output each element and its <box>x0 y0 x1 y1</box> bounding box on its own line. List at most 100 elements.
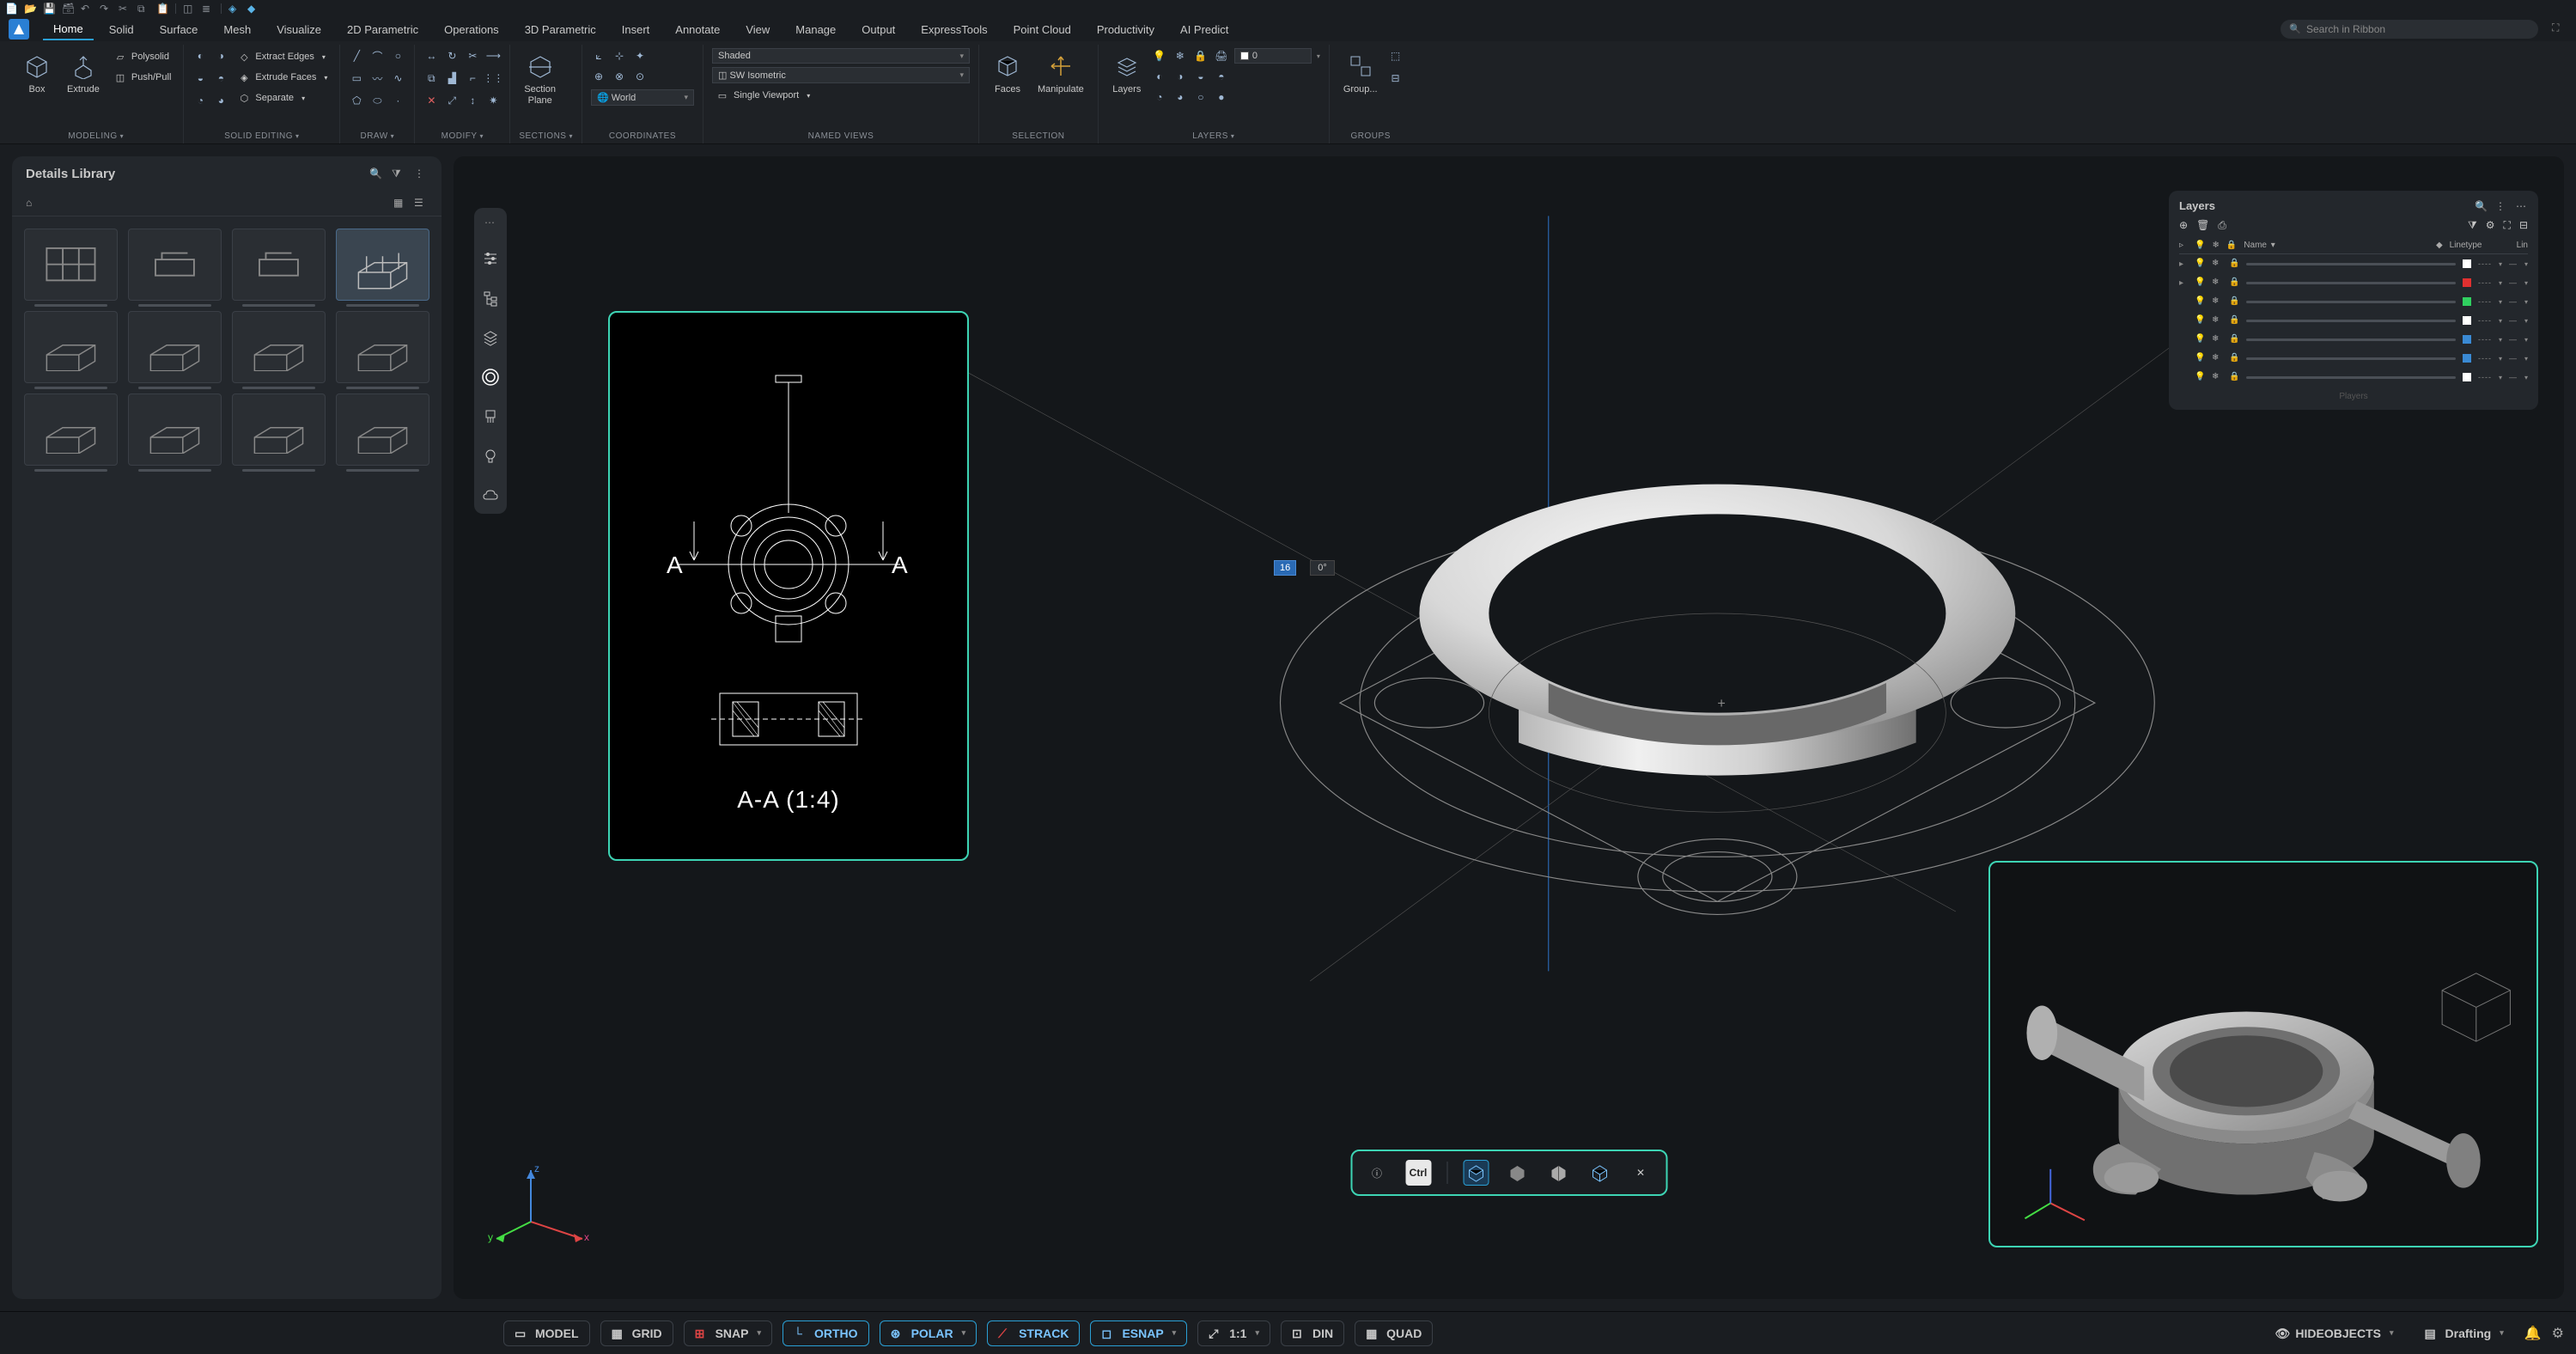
layers-search-icon[interactable]: 🔍 <box>2475 200 2487 212</box>
view-mode-3-icon[interactable] <box>1545 1160 1571 1186</box>
world-dropdown[interactable]: 🌐 World <box>591 89 694 106</box>
library-item[interactable] <box>232 229 326 301</box>
qat-paste-icon[interactable]: 📋 <box>156 3 168 15</box>
tab-mesh[interactable]: Mesh <box>213 20 261 40</box>
visual-style-dropdown[interactable]: Shaded <box>712 48 970 64</box>
layer-row[interactable]: 💡❄🔒 ----▾ —▾ <box>2179 292 2528 311</box>
qat-wire-icon[interactable]: ◈ <box>228 3 241 15</box>
se-icon-4[interactable]: ◓ <box>213 70 228 86</box>
layer-filter-icon[interactable]: ⧩ <box>2468 219 2477 232</box>
layer-row[interactable]: 💡❄🔒 ----▾ —▾ <box>2179 311 2528 330</box>
snap-button[interactable]: ⊞SNAP▾ <box>684 1320 772 1346</box>
viewport-dropdown[interactable]: ▭Single Viewport▾ <box>712 87 970 104</box>
polysolid-button[interactable]: ▱Polysolid <box>110 48 174 65</box>
linetype-col[interactable]: Linetype <box>2450 241 2510 250</box>
lin-col[interactable]: Lin <box>2517 241 2528 250</box>
rail-circle-icon[interactable] <box>481 368 500 387</box>
color-col-icon[interactable]: ◆ <box>2436 241 2443 250</box>
library-item[interactable] <box>232 393 326 466</box>
coord-icon-2[interactable]: ⊹ <box>612 48 627 64</box>
layer-settings-icon[interactable]: ⚙ <box>2486 219 2495 232</box>
app-logo[interactable] <box>9 19 29 40</box>
layer-tool-3-icon[interactable]: ◒ <box>1193 69 1209 84</box>
group-ungroup-icon[interactable]: ⊟ <box>1388 70 1404 86</box>
tab-pointcloud[interactable]: Point Cloud <box>1003 20 1081 40</box>
coord-icon-5[interactable]: ⊗ <box>612 69 627 84</box>
model-space-button[interactable]: ▭MODEL <box>503 1320 590 1346</box>
tab-manage[interactable]: Manage <box>785 20 846 40</box>
mod-extend-icon[interactable]: ⟶ <box>485 48 501 64</box>
draw-point-icon[interactable]: · <box>390 93 405 108</box>
layers-close-icon[interactable]: ⋯ <box>2516 200 2528 212</box>
layer-tool-1-icon[interactable]: ◐ <box>1152 69 1167 84</box>
din-button[interactable]: ⊡DIN <box>1281 1320 1344 1346</box>
rail-handle[interactable]: ⋯ <box>484 217 496 229</box>
esnap-button[interactable]: ◻ESNAP▾ <box>1090 1320 1187 1346</box>
library-item[interactable] <box>336 393 429 466</box>
list-view-icon[interactable]: ☰ <box>414 197 428 210</box>
extract-edges-button[interactable]: ◇Extract Edges▾ <box>234 48 331 65</box>
draw-rect-icon[interactable]: ▭ <box>349 70 364 86</box>
tab-solid[interactable]: Solid <box>99 20 144 40</box>
se-icon-1[interactable]: ◐ <box>192 48 208 64</box>
draw-arc-icon[interactable]: ⌒ <box>369 48 385 64</box>
coord-icon-3[interactable]: ✦ <box>632 48 648 64</box>
rail-layers-icon[interactable] <box>481 328 500 347</box>
layers-more-icon[interactable]: ⋮ <box>2495 200 2507 212</box>
qat-saveall-icon[interactable]: 🗃 <box>62 3 74 15</box>
section-plane-button[interactable]: Section Plane <box>519 48 561 110</box>
qat-copy-icon[interactable]: ⧉ <box>137 3 149 15</box>
coord-icon-1[interactable]: ⟀ <box>591 48 606 64</box>
tab-view[interactable]: View <box>735 20 780 40</box>
group-modeling-title[interactable]: MODELING▾ <box>17 129 174 143</box>
tab-3dparametric[interactable]: 3D Parametric <box>515 20 606 40</box>
pushpull-button[interactable]: ◫Push/Pull <box>110 69 174 86</box>
grid-button[interactable]: ▦GRID <box>600 1320 673 1346</box>
bulb-icon[interactable]: 💡 <box>1152 48 1167 64</box>
layer-tool-2-icon[interactable]: ◑ <box>1172 69 1188 84</box>
draw-ellipse-icon[interactable]: ⬭ <box>369 93 385 108</box>
more-icon[interactable]: ⋮ <box>414 168 428 181</box>
3d-preview-card[interactable] <box>1988 861 2538 1247</box>
layer-row[interactable]: ▸ 💡❄🔒 ----▾ —▾ <box>2179 273 2528 292</box>
mod-fillet-icon[interactable]: ⌐ <box>465 70 480 86</box>
manipulate-button[interactable]: Manipulate <box>1032 48 1089 99</box>
search-icon[interactable]: 🔍 <box>369 168 383 181</box>
current-layer-input[interactable]: 0 <box>1234 48 1312 64</box>
ribbon-expand-icon[interactable]: ⛶ <box>2552 21 2567 37</box>
view-mode-4-icon[interactable] <box>1586 1160 1612 1186</box>
tab-insert[interactable]: Insert <box>612 20 661 40</box>
qat-cube-icon[interactable]: ◫ <box>183 3 195 15</box>
qat-layers-icon[interactable]: ≣ <box>202 3 214 15</box>
tab-operations[interactable]: Operations <box>434 20 509 40</box>
view-mode-1-icon[interactable] <box>1463 1160 1489 1186</box>
dim-value[interactable]: 16 <box>1274 560 1296 576</box>
rail-sliders-icon[interactable] <box>481 249 500 268</box>
tab-output[interactable]: Output <box>851 20 905 40</box>
qat-undo-icon[interactable]: ↶ <box>81 3 93 15</box>
group-edit-icon[interactable]: ⬚ <box>1388 48 1404 64</box>
draw-polyline-icon[interactable]: 〰 <box>369 70 385 86</box>
layer-tool-4-icon[interactable]: ◓ <box>1214 69 1229 84</box>
tab-expresstools[interactable]: ExpressTools <box>910 20 997 40</box>
mod-mirror-icon[interactable]: ▟ <box>444 70 460 86</box>
view-mode-2-icon[interactable] <box>1504 1160 1530 1186</box>
name-col[interactable]: Name ▾ <box>2244 241 2429 250</box>
library-item[interactable] <box>128 393 222 466</box>
group-draw-title[interactable]: DRAW▾ <box>349 129 405 143</box>
mod-explode-icon[interactable]: ✷ <box>485 93 501 108</box>
library-item[interactable] <box>336 311 429 383</box>
rail-bulb-icon[interactable] <box>481 447 500 466</box>
settings-icon[interactable]: ⚙ <box>2552 1325 2564 1342</box>
draw-line-icon[interactable]: ╱ <box>349 48 364 64</box>
qat-cut-icon[interactable]: ✂ <box>119 3 131 15</box>
layer-row[interactable]: ▸ 💡❄🔒 ----▾ —▾ <box>2179 254 2528 273</box>
lock-col-icon[interactable]: 🔒 <box>2226 241 2237 250</box>
group-button[interactable]: Group... <box>1338 48 1383 99</box>
layer-add-icon[interactable]: ⊕ <box>2179 219 2188 232</box>
library-item[interactable] <box>24 229 118 301</box>
layer-row[interactable]: 💡❄🔒 ----▾ —▾ <box>2179 349 2528 368</box>
drawing-canvas[interactable]: + 16 0° ⋯ <box>454 156 2564 1299</box>
se-icon-2[interactable]: ◑ <box>213 48 228 64</box>
group-sections-title[interactable]: SECTIONS▾ <box>519 129 573 143</box>
